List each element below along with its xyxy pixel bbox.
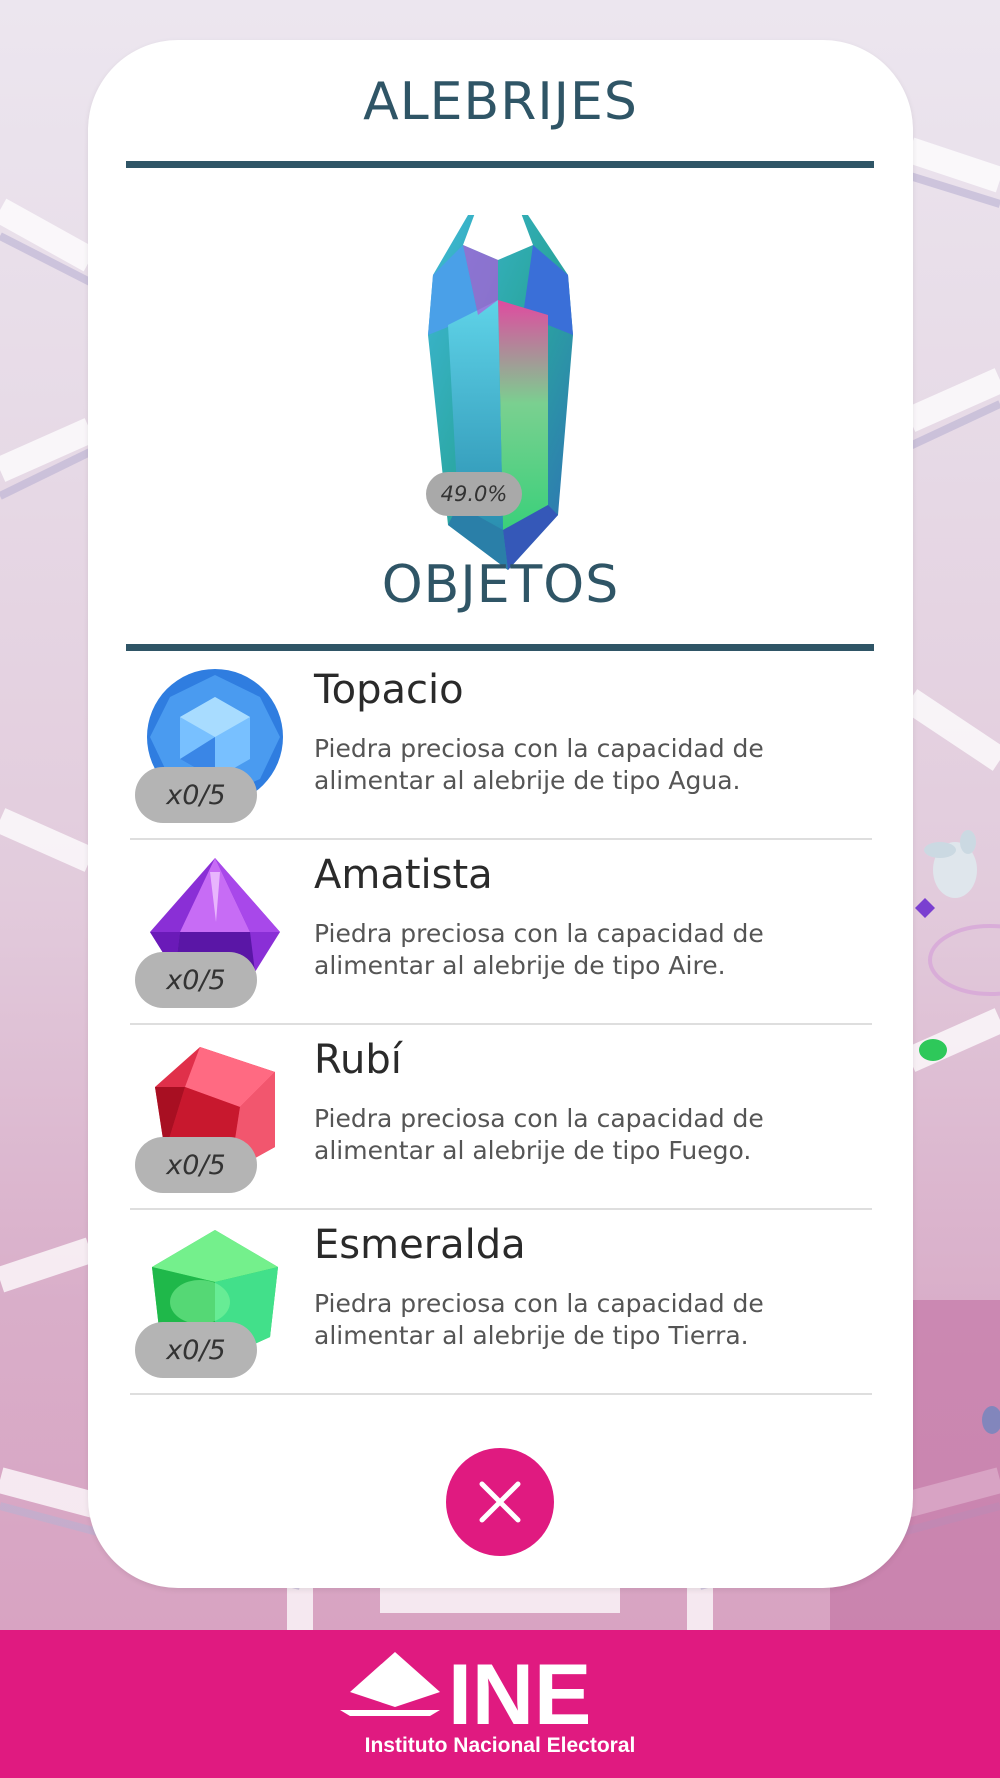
- objects-title: OBJETOS: [381, 555, 620, 615]
- list-item[interactable]: x0/5 Esmeralda Piedra preciosa con la ca…: [130, 1210, 872, 1395]
- title-divider: [126, 161, 874, 168]
- alebrije-progress-badge: 49.0%: [426, 472, 522, 516]
- objects-divider: [126, 644, 874, 651]
- item-count-badge: x0/5: [135, 1322, 257, 1378]
- close-icon: [479, 1481, 521, 1523]
- item-name: Amatista: [314, 852, 493, 898]
- item-divider: [130, 1393, 872, 1395]
- list-item[interactable]: x0/5 Amatista Piedra preciosa con la cap…: [130, 840, 872, 1025]
- crystal-icon[interactable]: [408, 185, 588, 575]
- item-count-badge: x0/5: [135, 1137, 257, 1193]
- list-item[interactable]: x0/5 Rubí Piedra preciosa con la capacid…: [130, 1025, 872, 1210]
- footer-subtitle: Instituto Nacional Electoral: [364, 1734, 636, 1757]
- item-count-badge: x0/5: [135, 952, 257, 1008]
- item-description: Piedra preciosa con la capacidad de alim…: [314, 1104, 764, 1165]
- item-description: Piedra preciosa con la capacidad de alim…: [314, 919, 764, 980]
- ine-logo-text: INE: [448, 1652, 591, 1730]
- ine-logo: INE: [340, 1652, 591, 1730]
- item-name: Esmeralda: [314, 1222, 526, 1268]
- list-item[interactable]: x0/5 Topacio Piedra preciosa con la capa…: [130, 655, 872, 840]
- alebrije-sprite: [924, 830, 977, 898]
- footer-banner: INE Instituto Nacional Electoral: [0, 1630, 1000, 1778]
- panel-title: ALEBRIJES: [363, 72, 638, 132]
- item-count-badge: x0/5: [135, 767, 257, 823]
- item-description: Piedra preciosa con la capacidad de alim…: [314, 734, 764, 795]
- item-name: Topacio: [314, 667, 464, 713]
- close-button[interactable]: [446, 1448, 554, 1556]
- item-description: Piedra preciosa con la capacidad de alim…: [314, 1289, 764, 1350]
- alebrijes-panel: ALEBRIJES 49.0% OBJETOS x0/5 Topacio Pie…: [88, 40, 913, 1588]
- item-name: Rubí: [314, 1037, 402, 1083]
